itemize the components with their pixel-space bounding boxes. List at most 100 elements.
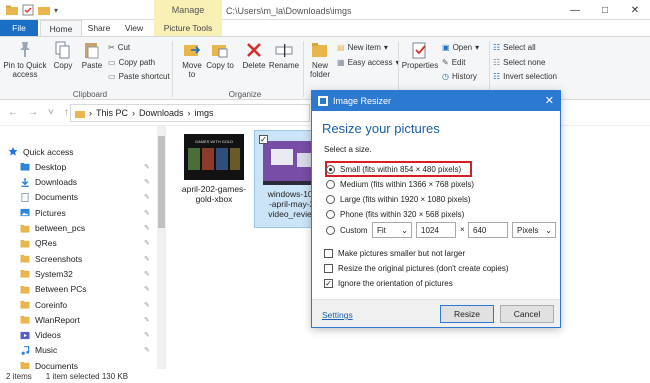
radio[interactable] bbox=[326, 210, 335, 219]
sidebar-item[interactable]: Downloads ✎ bbox=[0, 175, 156, 190]
size-option-custom[interactable]: Custom bbox=[326, 226, 368, 235]
new-folder-button[interactable]: New folder bbox=[306, 41, 334, 79]
checkbox-checked[interactable]: ✓ bbox=[324, 279, 333, 288]
sidebar-item[interactable]: QRes ✎ bbox=[0, 236, 156, 251]
qa-dropdown-icon[interactable]: ▾ bbox=[54, 6, 58, 15]
check-resize-original[interactable]: Resize the original pictures (don't crea… bbox=[324, 264, 509, 273]
pin-icon[interactable]: ✎ bbox=[144, 224, 150, 232]
pin-icon[interactable]: ✎ bbox=[144, 209, 150, 217]
folder-icon bbox=[20, 315, 35, 324]
sidebar-item-label: Quick access bbox=[23, 146, 74, 157]
fit-mode-select[interactable]: Fit ⌄ bbox=[372, 222, 412, 238]
copy-folder-icon bbox=[212, 45, 228, 58]
address-bar[interactable]: › This PC › Downloads › imgs bbox=[70, 104, 310, 122]
pin-icon[interactable]: ✎ bbox=[144, 255, 150, 263]
custom-height-input[interactable]: 640 bbox=[468, 222, 508, 238]
breadcrumb-downloads[interactable]: Downloads bbox=[139, 108, 184, 118]
recent-dropdown-icon[interactable]: ˅ bbox=[48, 107, 54, 118]
sidebar-item[interactable]: between_pcs ✎ bbox=[0, 221, 156, 236]
sidebar-item[interactable]: Screenshots ✎ bbox=[0, 251, 156, 266]
sidebar-scroll-thumb[interactable] bbox=[158, 136, 165, 228]
cut-button[interactable]: ✂ Cut bbox=[108, 43, 130, 52]
size-option-large[interactable]: Large (fits within 1920 × 1080 pixels) bbox=[326, 195, 471, 204]
radio[interactable] bbox=[326, 195, 335, 204]
open-icon: ▣ bbox=[442, 43, 450, 52]
size-option-medium[interactable]: Medium (fits within 1366 × 768 pixels) bbox=[326, 180, 474, 189]
pin-icon[interactable]: ✎ bbox=[144, 178, 150, 186]
maximize-button[interactable]: □ bbox=[590, 0, 620, 20]
dialog-close-icon[interactable]: ✕ bbox=[545, 94, 554, 107]
invert-selection-button[interactable]: ☷ Invert selection bbox=[493, 72, 557, 81]
manage-contextual-tab[interactable]: Manage bbox=[154, 0, 222, 20]
move-to-button[interactable]: Move to bbox=[178, 41, 206, 79]
sidebar-item[interactable]: Documents bbox=[0, 358, 156, 369]
pin-icon[interactable]: ✎ bbox=[144, 331, 150, 339]
selection-checkbox[interactable]: ✓ bbox=[259, 135, 268, 144]
select-none-button[interactable]: ☷ Select none bbox=[493, 58, 545, 67]
check-ignore-orientation[interactable]: ✓ Ignore the orientation of pictures bbox=[324, 279, 453, 288]
delete-button[interactable]: Delete bbox=[238, 41, 270, 70]
history-label: History bbox=[451, 72, 477, 81]
settings-link[interactable]: Settings bbox=[322, 310, 353, 320]
sidebar-item[interactable]: Videos ✎ bbox=[0, 328, 156, 343]
sidebar-quick-access[interactable]: Quick access bbox=[0, 144, 156, 159]
close-window-button[interactable]: ✕ bbox=[620, 0, 650, 20]
breadcrumb-this-pc[interactable]: This PC bbox=[96, 108, 128, 118]
pin-icon[interactable]: ✎ bbox=[144, 301, 150, 309]
forward-arrow-icon[interactable]: → bbox=[28, 107, 38, 118]
tab-home[interactable]: Home bbox=[40, 20, 82, 36]
new-item-button[interactable]: ▤ New item ▾ bbox=[337, 43, 388, 52]
paste-button[interactable]: Paste bbox=[78, 41, 106, 70]
new-folder-qa-icon[interactable] bbox=[38, 4, 50, 16]
pin-icon[interactable]: ✎ bbox=[144, 285, 150, 293]
pin-icon[interactable]: ✎ bbox=[144, 346, 150, 354]
pin-icon[interactable]: ✎ bbox=[144, 316, 150, 324]
history-button[interactable]: ◷ History bbox=[442, 72, 477, 81]
checkmark-doc-icon[interactable] bbox=[22, 4, 34, 16]
tab-share[interactable]: Share bbox=[84, 20, 114, 36]
radio-selected[interactable] bbox=[326, 165, 335, 174]
rename-button[interactable]: Rename bbox=[268, 41, 300, 70]
easy-access-button[interactable]: ▦Easy access▾ bbox=[337, 58, 399, 67]
open-button[interactable]: ▣ Open ▾ bbox=[442, 43, 479, 52]
back-arrow-icon[interactable]: ← bbox=[8, 107, 18, 118]
pin-icon[interactable]: ✎ bbox=[144, 163, 150, 171]
pin-icon[interactable]: ✎ bbox=[144, 270, 150, 278]
size-option-phone[interactable]: Phone (fits within 320 × 568 pixels) bbox=[326, 210, 464, 219]
custom-width-input[interactable]: 1024 bbox=[416, 222, 456, 238]
checkbox[interactable] bbox=[324, 264, 333, 273]
tab-file[interactable]: File bbox=[0, 20, 38, 36]
sidebar-item[interactable]: Coreinfo ✎ bbox=[0, 297, 156, 312]
resize-button[interactable]: Resize bbox=[440, 305, 494, 323]
copy-path-button[interactable]: ▭ Copy path bbox=[108, 58, 155, 67]
sidebar-item[interactable]: WlanReport ✎ bbox=[0, 312, 156, 327]
file-item[interactable]: GAMES WITH GOLD april-202-games- gold-xb… bbox=[178, 134, 250, 204]
copy-button[interactable]: Copy bbox=[50, 41, 76, 70]
edit-button[interactable]: ✎ Edit bbox=[442, 58, 466, 67]
radio[interactable] bbox=[326, 226, 335, 235]
up-arrow-icon[interactable]: ↑ bbox=[64, 107, 69, 118]
sidebar-item[interactable]: Music ✎ bbox=[0, 343, 156, 358]
sidebar-item[interactable]: Desktop ✎ bbox=[0, 159, 156, 174]
select-all-button[interactable]: ☷ Select all bbox=[493, 43, 536, 52]
sidebar-item[interactable]: System32 ✎ bbox=[0, 266, 156, 281]
cancel-button[interactable]: Cancel bbox=[500, 305, 554, 323]
copy-to-button[interactable]: Copy to bbox=[206, 41, 234, 70]
check-smaller-only[interactable]: Make pictures smaller but not larger bbox=[324, 249, 465, 258]
tab-view[interactable]: View bbox=[120, 20, 148, 36]
sidebar-item[interactable]: Documents ✎ bbox=[0, 190, 156, 205]
sidebar-item[interactable]: Between PCs ✎ bbox=[0, 282, 156, 297]
size-option-small[interactable]: Small (fits within 854 × 480 pixels) bbox=[326, 165, 461, 174]
tab-picture-tools[interactable]: Picture Tools bbox=[154, 20, 222, 36]
properties-button[interactable]: Properties bbox=[400, 41, 440, 70]
breadcrumb-imgs[interactable]: imgs bbox=[195, 108, 214, 118]
pin-icon[interactable]: ✎ bbox=[144, 239, 150, 247]
minimize-button[interactable]: — bbox=[560, 0, 590, 20]
sidebar-item[interactable]: Pictures ✎ bbox=[0, 205, 156, 220]
paste-shortcut-button[interactable]: ▭ Paste shortcut bbox=[108, 72, 170, 81]
pin-icon[interactable]: ✎ bbox=[144, 193, 150, 201]
checkbox[interactable] bbox=[324, 249, 333, 258]
pin-quick-access-button[interactable]: Pin to Quick access bbox=[2, 41, 48, 79]
radio[interactable] bbox=[326, 180, 335, 189]
unit-select[interactable]: Pixels ⌄ bbox=[512, 222, 556, 238]
